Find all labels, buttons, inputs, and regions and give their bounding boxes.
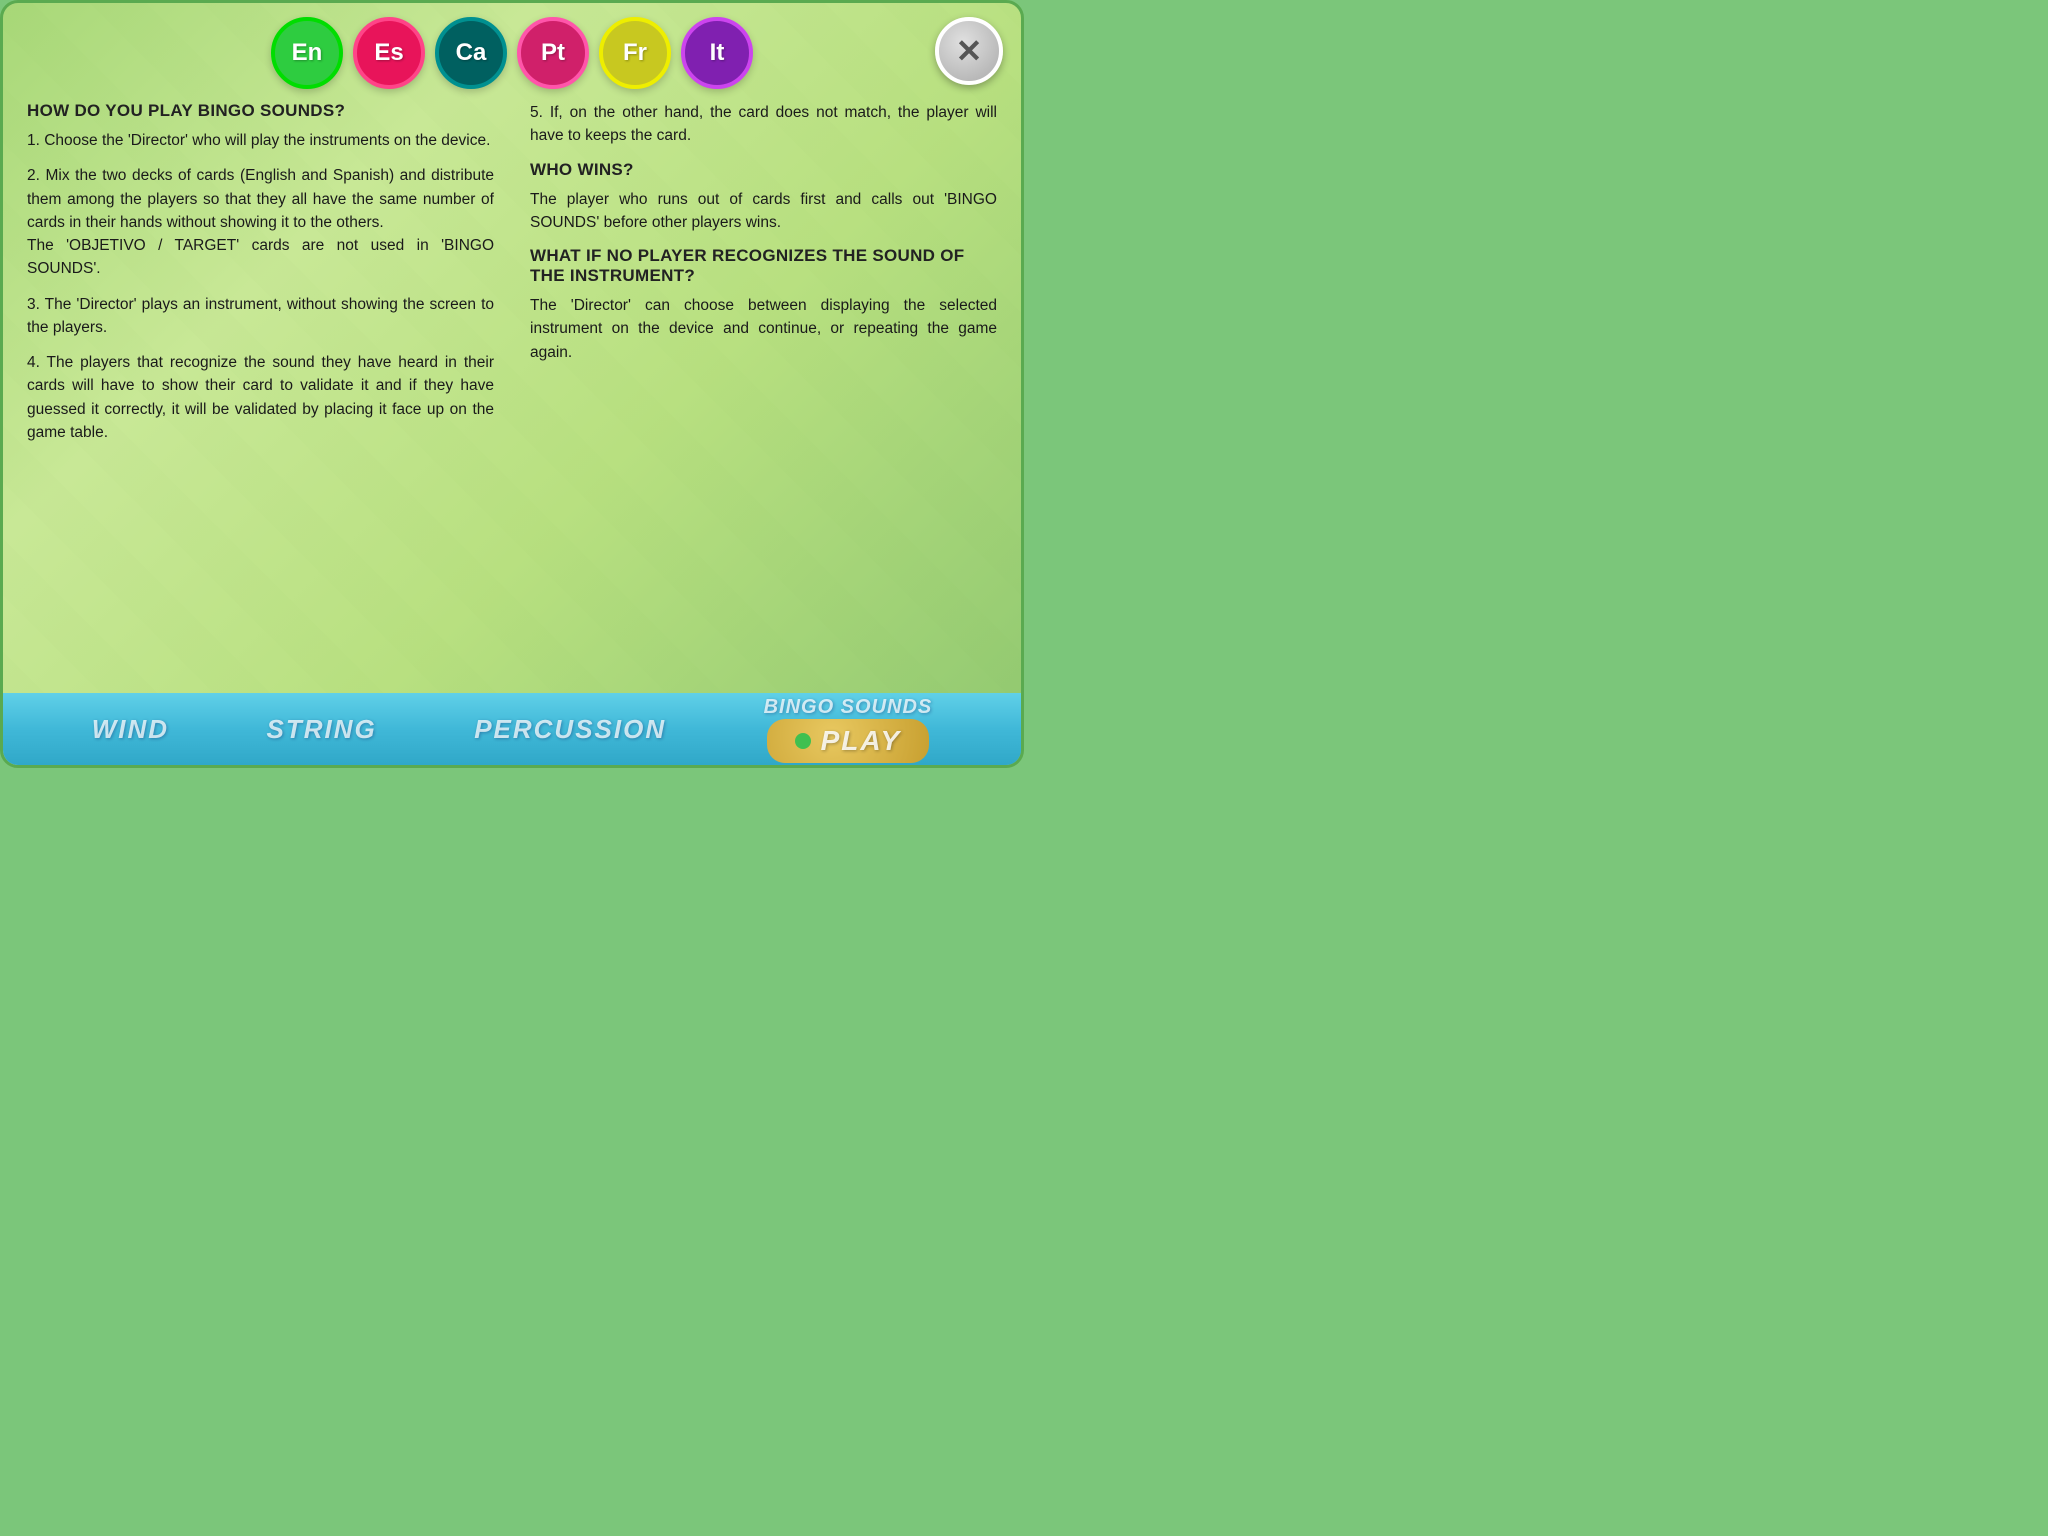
- right-column: 5. If, on the other hand, the card does …: [512, 101, 997, 456]
- play-badge[interactable]: PLAY: [767, 719, 930, 763]
- step2-text: 2. Mix the two decks of cards (English a…: [27, 164, 494, 280]
- lang-btn-pt[interactable]: Pt: [517, 17, 589, 89]
- main-title: HOW DO YOU PLAY BINGO SOUNDS?: [27, 101, 494, 121]
- step4-text: 4. The players that recognize the sound …: [27, 351, 494, 444]
- string-label: STRING: [267, 714, 377, 745]
- play-dot: [795, 733, 811, 749]
- step5-text: 5. If, on the other hand, the card does …: [530, 101, 997, 148]
- no-player-title: WHAT IF NO PLAYER RECOGNIZES THE SOUND O…: [530, 246, 997, 286]
- play-label: PLAY: [821, 725, 902, 757]
- step3-text: 3. The 'Director' plays an instrument, w…: [27, 293, 494, 340]
- who-wins-text: The player who runs out of cards first a…: [530, 188, 997, 235]
- bingo-sounds-play-area: BINGO SOUNDS PLAY: [764, 696, 933, 763]
- no-player-text: The 'Director' can choose between displa…: [530, 294, 997, 364]
- bingo-sounds-label: BINGO SOUNDS: [764, 696, 933, 719]
- lang-btn-es[interactable]: Es: [353, 17, 425, 89]
- close-button[interactable]: ✕: [935, 17, 1003, 85]
- wind-label: WIND: [92, 714, 169, 745]
- bottom-bar: WIND STRING PERCUSSION BINGO SOUNDS PLAY: [3, 693, 1021, 765]
- who-wins-title: WHO WINS?: [530, 160, 997, 180]
- step1-text: 1. Choose the 'Director' who will play t…: [27, 129, 494, 152]
- main-container: En Es Ca Pt Fr It ✕ HOW DO YOU PLAY BING…: [0, 0, 1024, 768]
- lang-btn-fr[interactable]: Fr: [599, 17, 671, 89]
- left-column: HOW DO YOU PLAY BINGO SOUNDS? 1. Choose …: [27, 101, 512, 456]
- lang-btn-ca[interactable]: Ca: [435, 17, 507, 89]
- header: En Es Ca Pt Fr It ✕: [3, 3, 1021, 97]
- content-area: HOW DO YOU PLAY BINGO SOUNDS? 1. Choose …: [3, 97, 1021, 464]
- percussion-label: PERCUSSION: [474, 714, 666, 745]
- lang-btn-en[interactable]: En: [271, 17, 343, 89]
- lang-btn-it[interactable]: It: [681, 17, 753, 89]
